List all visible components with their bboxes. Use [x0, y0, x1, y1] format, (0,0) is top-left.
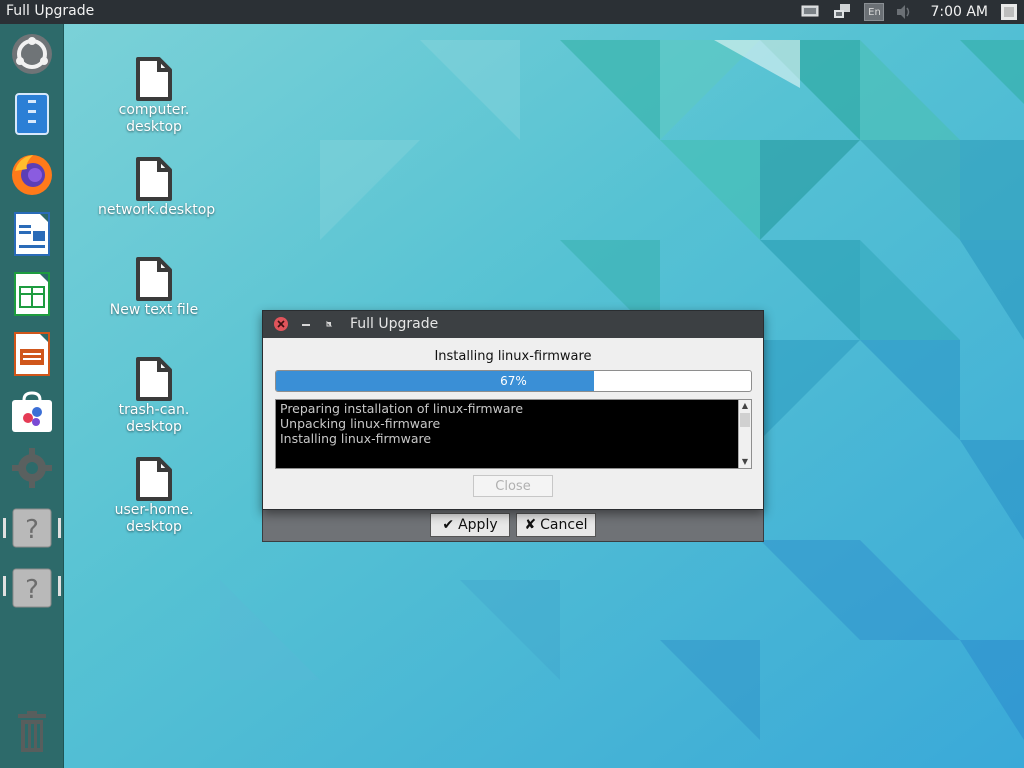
top-panel: Full Upgrade En 7:00 AM: [0, 0, 1024, 24]
full-upgrade-dialog: Full Upgrade Installing linux-firmware 6…: [262, 310, 764, 510]
cancel-label: Cancel: [540, 517, 588, 533]
session-menu-icon[interactable]: [1000, 3, 1018, 21]
desktop-icon-label: network.desktop: [98, 202, 216, 218]
apply-label: Apply: [458, 517, 498, 533]
volume-icon[interactable]: [894, 4, 914, 20]
active-window-title: Full Upgrade: [6, 3, 95, 19]
trash-icon[interactable]: [8, 708, 56, 756]
status-label: Installing linux-firmware: [434, 349, 592, 364]
network-icon[interactable]: [832, 4, 852, 20]
clock[interactable]: 7:00 AM: [930, 4, 988, 20]
file-icon: [136, 257, 172, 301]
files-icon[interactable]: [8, 90, 56, 138]
calc-icon[interactable]: [8, 270, 56, 318]
file-icon: [136, 57, 172, 101]
dock-running-marker: [58, 518, 61, 538]
progress-text: 67%: [500, 374, 527, 388]
writer-icon[interactable]: [8, 210, 56, 258]
language-indicator[interactable]: En: [864, 3, 885, 21]
display-icon[interactable]: [800, 4, 820, 20]
window-minimize-icon[interactable]: [299, 317, 313, 331]
log-output[interactable]: Preparing installation of linux-firmware…: [275, 399, 752, 469]
background-window: ✔ Apply ✘ Cancel: [262, 505, 764, 542]
desktop-icon-new-text-file[interactable]: New text file: [98, 256, 210, 319]
dock-running-marker: [58, 576, 61, 596]
desktop-icon-computer[interactable]: computer. desktop: [98, 56, 210, 136]
close-button[interactable]: Close: [473, 475, 553, 497]
window-maximize-icon[interactable]: [322, 317, 336, 331]
ubuntu-logo-icon[interactable]: [8, 30, 56, 78]
dock-running-marker: [3, 518, 6, 538]
apply-button[interactable]: ✔ Apply: [430, 513, 510, 537]
firefox-icon[interactable]: [8, 150, 56, 198]
desktop-icon-label: user-home. desktop: [114, 502, 194, 535]
unknown-app-icon[interactable]: ?: [8, 564, 56, 612]
impress-icon[interactable]: [8, 330, 56, 378]
unknown-app-icon[interactable]: ?: [8, 504, 56, 552]
desktop-icon-user-home[interactable]: user-home. desktop: [98, 456, 210, 536]
desktop-icon-network[interactable]: network.desktop: [98, 156, 216, 219]
svg-text:?: ?: [25, 575, 39, 605]
desktop-icon-trash-can[interactable]: trash-can. desktop: [98, 356, 210, 436]
file-icon: [136, 157, 172, 201]
scroll-thumb[interactable]: [740, 413, 750, 427]
desktop-icon-label: trash-can. desktop: [118, 402, 190, 435]
desktop-icon-label: computer. desktop: [118, 102, 190, 135]
settings-gear-icon[interactable]: [8, 444, 56, 492]
file-icon: [136, 457, 172, 501]
cancel-button[interactable]: ✘ Cancel: [516, 513, 596, 537]
log-line: Installing linux-firmware: [280, 431, 432, 446]
dock-running-marker: [3, 576, 6, 596]
cancel-x-icon: ✘: [524, 517, 537, 533]
software-store-icon[interactable]: [8, 388, 56, 436]
dialog-titlebar[interactable]: Full Upgrade: [263, 311, 763, 338]
scroll-down-arrow-icon[interactable]: ▼: [739, 456, 751, 468]
system-tray: En 7:00 AM: [800, 0, 1024, 24]
dialog-title: Full Upgrade: [350, 316, 439, 332]
desktop-icon-label: New text file: [109, 302, 199, 318]
log-line: Preparing installation of linux-firmware: [280, 401, 524, 416]
window-close-icon[interactable]: [274, 317, 288, 331]
log-line: Unpacking linux-firmware: [280, 416, 441, 431]
log-lines: Preparing installation of linux-firmware…: [280, 401, 523, 446]
check-icon: ✔: [442, 517, 455, 533]
progress-bar: 67%: [275, 370, 752, 392]
launcher-dock: ? ?: [0, 24, 64, 768]
scroll-up-arrow-icon[interactable]: ▲: [739, 400, 751, 412]
file-icon: [136, 357, 172, 401]
log-scrollbar[interactable]: ▲ ▼: [738, 400, 751, 468]
svg-text:?: ?: [25, 515, 39, 545]
